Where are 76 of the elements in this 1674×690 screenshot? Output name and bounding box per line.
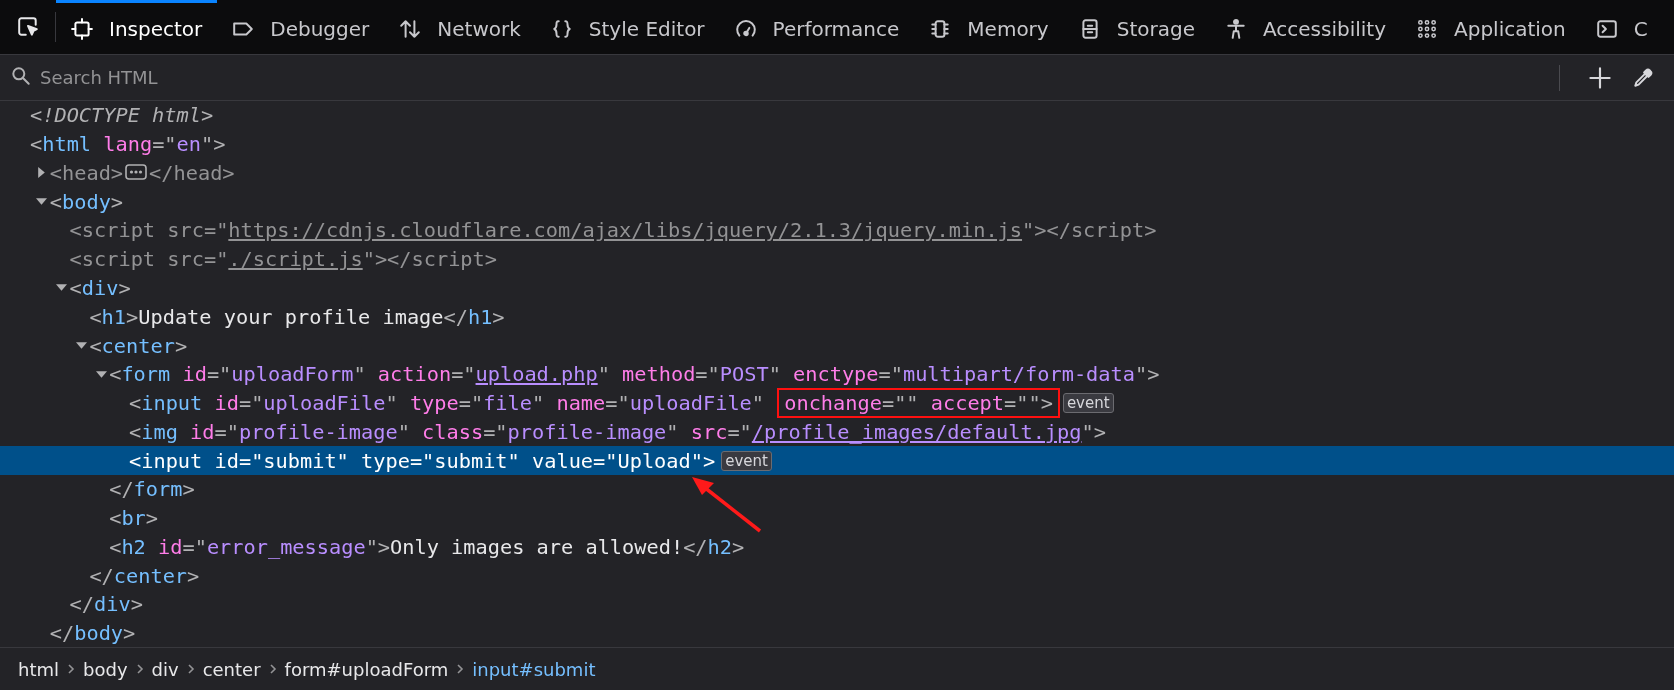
markup-text: <script src="./script.js"></script> [69,247,497,272]
tab[interactable]: Accessibility [1209,0,1402,54]
tab[interactable]: Performance [719,0,915,54]
markup-text: <body> [49,189,124,214]
markup-text: <img id="profile-image" class="profile-image" src="/profile_images/default.jpg"> [129,419,1106,444]
markup-text: <center> [89,333,188,358]
markup-text: </div> [69,592,143,617]
node-row[interactable]: <script src="./script.js"></script> [0,244,1674,274]
triangle-icon[interactable] [56,282,68,294]
up-down-arrows-icon [399,17,422,40]
markup-text: <div> [69,275,131,300]
markup-text: </head> [149,160,235,185]
tab[interactable]: Memory [914,0,1064,54]
search-field[interactable]: Search HTML [38,63,1551,92]
node-row[interactable]: <center> [0,331,1674,360]
chevron-icon [268,663,277,675]
tab[interactable]: C [1580,0,1663,54]
breadcrumb[interactable]: form#uploadForm [276,656,457,682]
triangle-icon[interactable] [36,167,48,179]
gauge-icon [734,17,757,40]
chevron-icon [186,663,195,675]
frame-icon [71,17,93,40]
breadcrumb[interactable]: center [194,656,269,682]
chevron-icon [456,663,465,675]
tab[interactable]: Style Editor [535,0,720,54]
markup-text: </body> [49,621,136,646]
link[interactable]: upload.php [475,362,598,387]
tab[interactable]: Debugger [217,0,385,54]
markup-text: </center> [89,563,200,588]
node-row[interactable]: <h1>Update your profile image</h1> [0,302,1674,332]
node-row[interactable]: <input id="submit" type="submit" value="Upload"> event [0,446,1674,475]
node-row[interactable]: <form id="uploadForm" action="upload.php" method="POST" enctype="multipart/form-data"> [0,359,1674,389]
triangle-icon[interactable] [95,368,107,380]
dot-grid-icon [1416,17,1439,40]
breadcrumb[interactable]: html [10,656,67,682]
node-row[interactable]: <html lang="en"> [0,129,1674,159]
event-badge[interactable]: event [721,450,772,471]
node-row[interactable]: <!DOCTYPE html> [0,101,1674,130]
chip-icon [929,17,952,40]
node-row[interactable]: <script src="https://cdnjs.cloudflare.com/ajax/libs/jquery/2.1.3/jquery.min.js"></script> [0,216,1674,245]
breadcrumb[interactable]: input#submit [464,656,604,682]
breadcrumb[interactable]: body [75,656,136,682]
node-row[interactable]: <div> [0,273,1674,303]
link[interactable]: ./script.js [228,247,363,272]
markup-text: </form> [109,477,195,502]
event-badge[interactable]: event [1062,393,1114,414]
braces-icon [550,17,573,40]
markup-text: <html lang="en"> [30,132,226,157]
chevron-icon [135,663,144,675]
markup-text: <input id="uploadFile" type="file" name="uploadFile" onchange="" accept=""> [129,391,1057,416]
node-row[interactable]: <img id="profile-image" class="profile-image" src="/profile_images/default.jpg"> [0,417,1674,447]
person-icon [1224,17,1247,40]
markup-text: <h1>Update your profile image</h1> [89,304,505,329]
node-row[interactable]: <input id="uploadFile" type="file" name="uploadFile" onchange="" accept=""> event [0,388,1674,418]
node-row[interactable]: <br> [0,503,1674,533]
tab[interactable]: Storage [1063,0,1210,54]
terminal-icon [1595,17,1618,40]
markup-text: <form id="uploadForm" action="upload.php" method="POST" enctype="multipart/form-data"> [109,362,1160,387]
triangle-icon[interactable] [36,196,48,208]
tab[interactable]: Application [1401,0,1581,54]
breadcrumb[interactable]: div [143,656,187,682]
link[interactable]: /profile_images/default.jpg [751,419,1082,444]
markup-text: <h2 id="error_message">Only images are allowed!</h2> [109,534,745,559]
markup-text: <head> [49,160,124,185]
markup-text: <!DOCTYPE html> [30,103,214,128]
cursor-box-icon [16,16,39,38]
node-row[interactable]: <h2 id="error_message">Only images are allowed!</h2> [0,532,1674,562]
link[interactable]: https://cdnjs.cloudflare.com/ajax/libs/jquery/2.1.3/jquery.min.js [228,218,1023,243]
tab[interactable]: Network [384,0,536,54]
node-row[interactable]: <head> </head> [0,158,1674,188]
markup-text: <input id="submit" type="submit" value="Upload"> [129,448,716,473]
markup-text: <br> [109,506,159,531]
node-row[interactable]: <body> [0,187,1674,217]
triangle-icon[interactable] [75,340,87,351]
chevron-icon [67,663,75,675]
markup-text: <script src="https://cdnjs.cloudflare.com/ajax/libs/jquery/2.1.3/jquery.min.js"></script> [69,218,1157,243]
